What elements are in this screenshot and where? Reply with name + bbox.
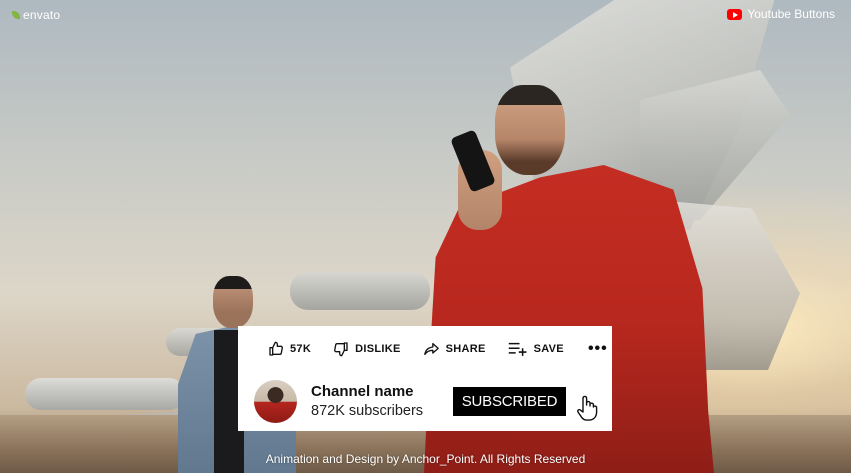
- more-horizontal-icon: •••: [587, 339, 608, 357]
- envato-watermark: envato: [12, 8, 60, 22]
- share-label: SHARE: [445, 342, 486, 355]
- title-tag: Youtube Buttons: [727, 7, 835, 21]
- video-action-bar: 57K DISLIKE SHARE SAVE •••: [238, 326, 612, 371]
- person-head: [213, 276, 253, 328]
- thumbs-down-icon: [334, 341, 348, 356]
- person-head: [495, 85, 565, 175]
- playlist-add-icon: [508, 342, 527, 356]
- plane-engine-shape: [290, 272, 430, 310]
- thumbs-up-icon: [269, 341, 283, 356]
- channel-name[interactable]: Channel name: [311, 383, 439, 400]
- dislike-label: DISLIKE: [355, 342, 401, 355]
- subscriber-count: 872K subscribers: [311, 403, 424, 419]
- like-count: 57K: [290, 342, 312, 355]
- avatar[interactable]: [254, 379, 297, 423]
- credit-text: Animation and Design by Anchor_Point. Al…: [265, 452, 586, 466]
- brand-label: envato: [23, 8, 61, 22]
- plane-engine-shape: [25, 378, 185, 410]
- channel-card: Channel name 872K subscribers SUBSCRIBED: [238, 371, 612, 431]
- share-arrow-icon: [423, 342, 439, 355]
- youtube-logo-icon: [727, 8, 743, 20]
- channel-info: Channel name 872K subscribers: [311, 383, 439, 419]
- save-button[interactable]: SAVE: [508, 341, 564, 357]
- share-button[interactable]: SHARE: [423, 341, 486, 357]
- title-tag-label: Youtube Buttons: [747, 7, 835, 21]
- more-options-button[interactable]: •••: [587, 339, 608, 357]
- hand-cursor-icon: [577, 395, 598, 421]
- envato-leaf-icon: [12, 11, 20, 19]
- like-button[interactable]: 57K: [268, 341, 311, 357]
- save-label: SAVE: [533, 342, 564, 355]
- subscribe-button[interactable]: SUBSCRIBED: [453, 386, 566, 416]
- dislike-button[interactable]: DISLIKE: [333, 341, 401, 357]
